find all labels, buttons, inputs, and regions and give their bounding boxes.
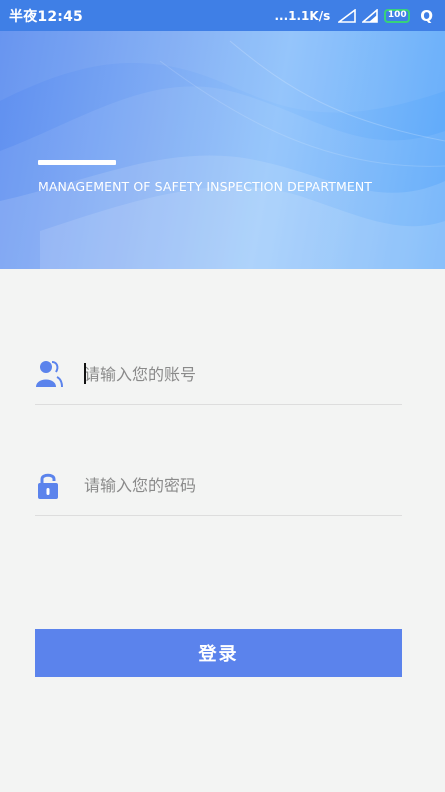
network-speed: ...1.1K/s — [274, 8, 331, 23]
password-field — [35, 464, 402, 516]
battery-icon: 100 — [384, 8, 411, 23]
status-time: 半夜12:45 — [9, 8, 83, 25]
status-q: Q — [420, 6, 433, 25]
hero-subtitle: MANAGEMENT OF SAFETY INSPECTION DEPARTME… — [38, 179, 373, 194]
account-input[interactable] — [84, 361, 384, 387]
signal-icon — [338, 8, 357, 23]
signal-icon — [362, 8, 379, 23]
status-indicators: ...1.1K/s 100 Q — [274, 7, 433, 25]
hero-accent-line — [38, 160, 116, 165]
login-button[interactable]: 登录 — [35, 629, 402, 677]
header-banner: MANAGEMENT OF SAFETY INSPECTION DEPARTME… — [0, 31, 445, 269]
user-icon — [36, 361, 63, 388]
password-input[interactable] — [84, 472, 384, 498]
account-field — [35, 353, 402, 405]
text-cursor — [84, 363, 86, 384]
status-bar: 半夜12:45 ...1.1K/s 100 Q — [0, 0, 445, 31]
wave-background — [0, 31, 445, 269]
lock-icon — [38, 473, 58, 499]
